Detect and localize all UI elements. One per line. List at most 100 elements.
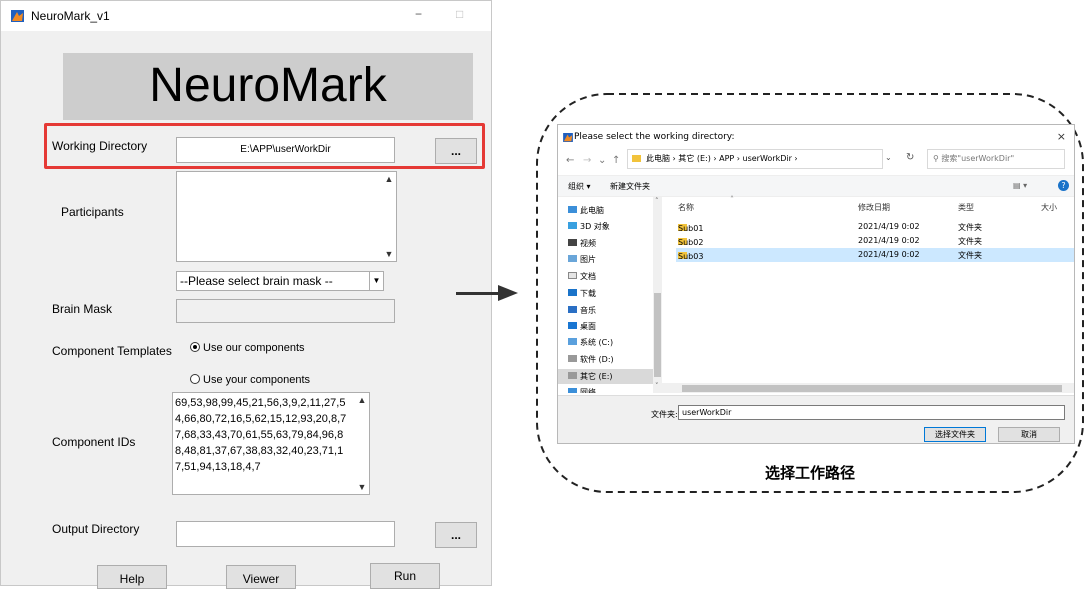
arrow-right-icon (498, 285, 518, 301)
folder-label: 文件夹: (651, 410, 678, 419)
file-date: 2021/4/19 0:02 (858, 222, 920, 231)
nav-item-drive-d[interactable]: 软件 (D:) (568, 354, 614, 365)
scroll-down-icon[interactable]: ▼ (383, 249, 395, 259)
column-header-date[interactable]: 修改日期 (858, 202, 890, 213)
participants-label: Participants (61, 205, 124, 219)
nav-item-pictures[interactable]: 图片 (568, 254, 596, 265)
component-ids-textarea[interactable]: 69,53,98,99,45,21,56,3,9,2,11,27,54,66,8… (172, 392, 370, 495)
nav-item-desktop[interactable]: 桌面 (568, 321, 596, 332)
nav-item-music[interactable]: 音乐 (568, 305, 596, 316)
document-icon (568, 272, 577, 279)
nav-item-videos[interactable]: 视频 (568, 238, 596, 249)
dialog-title: Please select the working directory: (574, 132, 735, 142)
file-type: 文件夹 (958, 237, 982, 246)
radio-unselected-icon (190, 374, 200, 384)
matlab-logo-icon (563, 133, 573, 142)
refresh-icon[interactable]: ↻ (906, 152, 914, 163)
column-header-size[interactable]: 大小 (1041, 202, 1057, 213)
network-icon (568, 388, 577, 393)
up-arrow-icon[interactable]: ↑ (612, 155, 620, 166)
caption: 选择工作路径 (765, 464, 856, 482)
desktop-icon (568, 322, 577, 329)
video-icon (568, 239, 577, 246)
folder-name-input[interactable]: userWorkDir (678, 405, 1065, 420)
radio-selected-icon (190, 342, 200, 352)
scroll-up-icon[interactable]: ▲ (383, 174, 395, 184)
column-header-name[interactable]: 名称 (678, 202, 694, 213)
cancel-button[interactable]: 取消 (998, 427, 1060, 442)
file-row[interactable]: Sub02 2021/4/19 0:02 文件夹 (676, 234, 1074, 248)
nav-item-this-pc[interactable]: 此电脑 (568, 205, 604, 216)
window-title: NeuroMark_v1 (31, 9, 110, 23)
participants-textarea[interactable]: ▲ ▼ (176, 171, 397, 262)
select-folder-button[interactable]: 选择文件夹 (924, 427, 986, 442)
close-icon[interactable]: × (1057, 130, 1066, 143)
drive-icon (568, 355, 577, 362)
computer-icon (568, 206, 577, 213)
brain-mask-field (176, 299, 395, 323)
component-templates-label: Component Templates (52, 344, 172, 358)
help-button[interactable]: Help (97, 565, 167, 589)
component-ids-label: Component IDs (52, 435, 136, 449)
nav-item-3d-objects[interactable]: 3D 对象 (568, 221, 610, 232)
component-ids-value: 69,53,98,99,45,21,56,3,9,2,11,27,54,66,8… (175, 397, 347, 473)
cube-icon (568, 222, 577, 229)
help-icon[interactable]: ? (1058, 180, 1069, 191)
scroll-up-icon[interactable]: ˄ (655, 197, 659, 205)
scroll-up-icon[interactable]: ▲ (356, 395, 368, 405)
system-drive-icon (568, 338, 577, 345)
viewer-button[interactable]: Viewer (226, 565, 296, 589)
address-dropdown-icon[interactable]: ⌄ (885, 153, 892, 162)
nav-item-downloads[interactable]: 下载 (568, 288, 596, 299)
title-bar: NeuroMark_v1 − □ (1, 1, 491, 31)
drive-icon (568, 372, 577, 379)
maximize-button[interactable]: □ (456, 7, 463, 21)
minimize-button[interactable]: − (415, 7, 422, 21)
nav-item-drive-e[interactable]: 其它 (E:) (568, 371, 613, 382)
file-row[interactable]: Sub01 2021/4/19 0:02 文件夹 (676, 220, 1074, 234)
nav-item-documents[interactable]: 文档 (568, 271, 596, 282)
banner-title: NeuroMark (149, 59, 387, 112)
recent-chevron-icon[interactable]: ⌄ (598, 155, 606, 166)
scroll-down-icon[interactable]: ˅ (655, 382, 659, 390)
run-button[interactable]: Run (370, 563, 440, 589)
sort-up-icon: ˄ (730, 195, 734, 204)
address-bar[interactable]: 此电脑 › 其它 (E:) › APP › userWorkDir › (627, 149, 883, 169)
nav-item-drive-c[interactable]: 系统 (C:) (568, 337, 613, 348)
horizontal-scrollbar-thumb[interactable] (682, 385, 1062, 392)
output-directory-field[interactable] (176, 521, 395, 547)
view-options-icon[interactable]: ▤ ▾ (1013, 181, 1027, 190)
radio-use-your-components[interactable]: Use your components (190, 374, 310, 386)
banner: NeuroMark (63, 53, 473, 120)
search-input[interactable]: ⚲ 搜索"userWorkDir" (927, 149, 1065, 169)
file-row-selected[interactable]: Sub03 2021/4/19 0:02 文件夹 (676, 248, 1074, 262)
radio-use-our-components[interactable]: Use our components (190, 342, 305, 354)
file-type: 文件夹 (958, 251, 982, 260)
folder-icon (632, 155, 641, 162)
neuromark-window: NeuroMark_v1 − □ NeuroMark Working Direc… (0, 0, 492, 589)
brain-mask-select[interactable]: --Please select brain mask -- ▼ (176, 271, 384, 291)
nav-item-network[interactable]: 网络 (568, 387, 596, 393)
brain-mask-select-value: --Please select brain mask -- (180, 274, 333, 288)
download-icon (568, 289, 577, 296)
file-date: 2021/4/19 0:02 (858, 236, 920, 245)
back-arrow-icon[interactable]: ← (566, 155, 574, 166)
column-header-type[interactable]: 类型 (958, 202, 974, 213)
brain-mask-label: Brain Mask (52, 302, 113, 316)
file-date: 2021/4/19 0:02 (858, 250, 920, 259)
matlab-logo-icon (11, 10, 24, 22)
organize-menu[interactable]: 组织 ▾ (568, 181, 591, 192)
picture-icon (568, 255, 577, 262)
arrow-line (456, 292, 500, 295)
forward-arrow-icon[interactable]: → (583, 155, 591, 166)
music-icon (568, 306, 577, 313)
new-folder-button[interactable]: 新建文件夹 (610, 181, 650, 192)
output-directory-browse-button[interactable]: ... (435, 522, 477, 548)
chevron-down-icon: ▼ (369, 272, 383, 290)
nav-scrollbar-thumb[interactable] (654, 293, 661, 377)
select-folder-dialog: Please select the working directory: × ←… (557, 124, 1075, 444)
highlight-box (44, 123, 485, 169)
file-type: 文件夹 (958, 223, 982, 232)
scroll-down-icon[interactable]: ▼ (356, 482, 368, 492)
output-directory-label: Output Directory (52, 522, 140, 536)
